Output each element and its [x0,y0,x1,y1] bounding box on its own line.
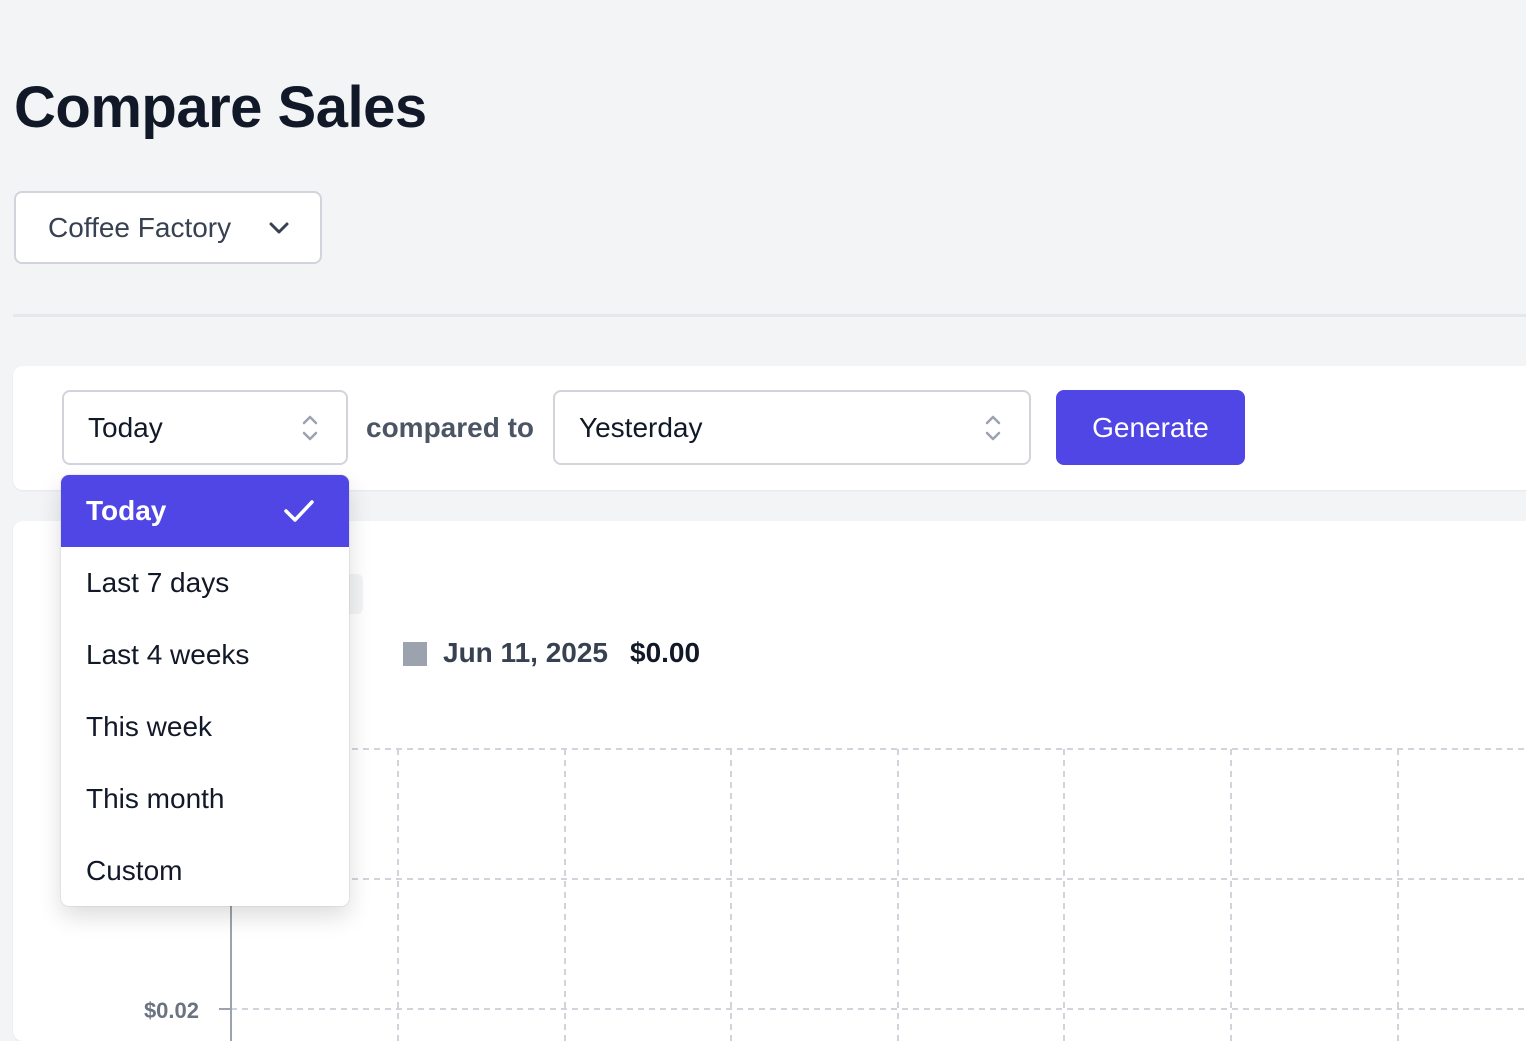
dropdown-option-custom[interactable]: Custom [61,835,349,906]
compare-select-value: Yesterday [579,411,703,443]
compare-select[interactable]: Yesterday [553,390,1031,465]
section-divider [13,314,1526,317]
chevron-down-icon [269,222,289,234]
store-select-value: Coffee Factory [48,211,232,243]
dropdown-option-this-week[interactable]: This week [61,691,349,763]
generate-button[interactable]: Generate [1056,390,1245,465]
dropdown-option-last-4-weeks[interactable]: Last 4 weeks [61,619,349,691]
range-select-value: Today [88,411,163,443]
store-select[interactable]: Coffee Factory [14,191,322,264]
y-tick-label: $0.02 [144,998,199,1023]
dropdown-option-today[interactable]: Today [61,475,349,547]
dropdown-option-last-7-days[interactable]: Last 7 days [61,547,349,619]
range-dropdown-menu: Today Last 7 days Last 4 weeks This week… [61,475,349,906]
dropdown-option-label: This week [86,711,213,742]
page-title: Compare Sales [14,75,427,140]
dropdown-option-label: This month [86,783,225,814]
dropdown-option-label: Last 4 weeks [86,639,250,670]
range-select[interactable]: Today [62,390,348,465]
dropdown-option-this-month[interactable]: This month [61,763,349,835]
chevron-up-down-icon [985,415,1001,441]
check-icon [284,500,314,522]
dropdown-option-label: Last 7 days [86,567,230,598]
compared-to-label: compared to [366,412,535,443]
dropdown-option-label: Custom [86,855,183,886]
dropdown-option-label: Today [86,495,167,526]
chevron-up-down-icon [302,415,318,441]
chart-grid [231,748,1526,1041]
